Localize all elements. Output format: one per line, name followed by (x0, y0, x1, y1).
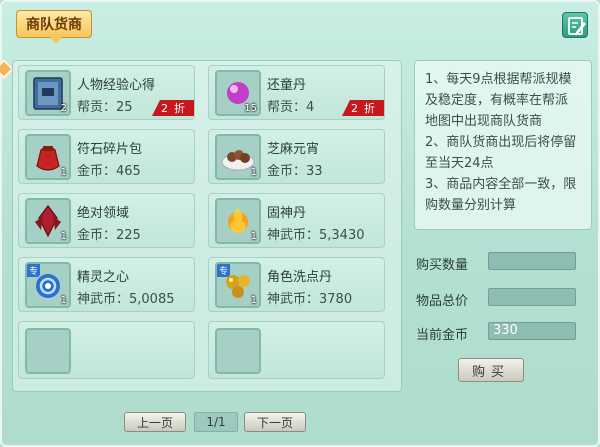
item-count: 1 (60, 167, 67, 178)
item-slot: 2 (25, 70, 71, 116)
item-count: 2 (60, 103, 67, 114)
item-name: 角色洗点丹 (267, 270, 333, 285)
item-name: 固神丹 (267, 206, 307, 221)
quantity-input[interactable] (488, 252, 576, 270)
item-slot: 专 1 (25, 262, 71, 308)
info-line: 及稳定度，有概率在帮派 (425, 93, 569, 108)
empty-slot (215, 328, 261, 374)
item-count: 1 (60, 295, 67, 306)
prev-page-label: 上一页 (136, 415, 173, 430)
item-count: 1 (250, 231, 257, 242)
discount-number: 2 (351, 101, 358, 115)
window-title: 商队货商 (26, 17, 82, 33)
buy-button[interactable]: 购买 (458, 358, 524, 382)
item-slot: 1 (25, 134, 71, 180)
current-gold-label: 当前金币 (416, 328, 469, 343)
total-price-field (488, 288, 576, 306)
total-price-row: 物品总价 (416, 288, 596, 310)
item-card[interactable]: 2 人物经验心得 帮贡：25 2 折 (18, 65, 195, 120)
item-slot: 1 (25, 198, 71, 244)
discount-unit: 折 (174, 102, 185, 115)
current-gold-value: 330 (488, 322, 576, 340)
item-name: 精灵之心 (77, 270, 130, 285)
page-indicator: 1/1 (194, 412, 238, 432)
item-price: 帮贡：4 (267, 100, 315, 115)
quantity-label: 购买数量 (416, 258, 469, 273)
total-price-label: 物品总价 (416, 294, 469, 309)
item-price: 神武币：5,0085 (77, 292, 175, 307)
item-count: 1 (60, 231, 67, 242)
item-name: 还童丹 (267, 78, 307, 93)
info-line: 至当天24点 (425, 156, 494, 171)
item-slot: 1 (215, 134, 261, 180)
info-line: 3、商品内容全部一致，限 (425, 177, 577, 192)
item-price: 金币：225 (77, 228, 141, 243)
rules-info-panel: 1、每天9点根据帮派规模 及稳定度，有概率在帮派 地图中出现商队货商 2、商队货… (414, 60, 592, 230)
discount-unit: 折 (364, 102, 375, 115)
item-price: 神武币：3780 (267, 292, 353, 307)
page-number: 1/1 (206, 415, 226, 429)
item-card[interactable]: 专 1 角色洗点丹 神武币：3780 (208, 257, 385, 312)
item-slot: 专 1 (215, 262, 261, 308)
item-name: 符石碎片包 (77, 142, 143, 157)
item-card[interactable]: 1 固神丹 神武币：5,3430 (208, 193, 385, 248)
item-list-panel: 2 人物经验心得 帮贡：25 2 折 15 还童丹 帮贡：4 2 折 1 符石碎… (12, 60, 402, 392)
discount-badge: 2 折 (152, 100, 194, 116)
next-page-button[interactable]: 下一页 (244, 412, 306, 432)
item-card[interactable]: 1 绝对领域 金币：225 (18, 193, 195, 248)
info-line: 地图中出现商队货商 (425, 114, 543, 129)
item-count: 15 (244, 103, 257, 114)
item-slot: 15 (215, 70, 261, 116)
current-gold-row: 当前金币 330 (416, 322, 596, 344)
buy-button-label: 购买 (471, 364, 510, 380)
item-card[interactable]: 1 符石碎片包 金币：465 (18, 129, 195, 184)
window-title-tab: 商队货商 (16, 10, 92, 44)
empty-item-card[interactable] (18, 321, 195, 379)
item-name: 芝麻元宵 (267, 142, 320, 157)
item-price: 神武币：5,3430 (267, 228, 365, 243)
quantity-row: 购买数量 (416, 252, 596, 274)
item-count: 1 (250, 167, 257, 178)
discount-badge: 2 折 (342, 100, 384, 116)
info-line: 1、每天9点根据帮派规模 (425, 72, 572, 87)
item-name: 人物经验心得 (77, 78, 156, 93)
item-card[interactable]: 专 1 精灵之心 神武币：5,0085 (18, 257, 195, 312)
item-count: 1 (250, 295, 257, 306)
item-price: 金币：33 (267, 164, 323, 179)
info-line: 2、商队货商出现后将停留 (425, 135, 577, 150)
item-price: 帮贡：25 (77, 100, 133, 115)
item-card[interactable]: 15 还童丹 帮贡：4 2 折 (208, 65, 385, 120)
empty-slot (25, 328, 71, 374)
exclusive-tag: 专 (27, 264, 41, 277)
edit-button[interactable] (562, 12, 588, 38)
info-line: 购数量分别计算 (425, 198, 517, 213)
prev-page-button[interactable]: 上一页 (124, 412, 186, 432)
item-price: 金币：465 (77, 164, 141, 179)
edit-icon (568, 17, 586, 35)
item-card[interactable]: 1 芝麻元宵 金币：33 (208, 129, 385, 184)
next-page-label: 下一页 (256, 415, 293, 430)
discount-number: 2 (161, 101, 168, 115)
item-name: 绝对领域 (77, 206, 130, 221)
empty-item-card[interactable] (208, 321, 385, 379)
exclusive-tag: 专 (217, 264, 231, 277)
item-slot: 1 (215, 198, 261, 244)
merchant-window: 商队货商 2 人物经验心得 帮贡：25 2 折 15 还童丹 帮贡：4 2 折 … (0, 0, 600, 447)
